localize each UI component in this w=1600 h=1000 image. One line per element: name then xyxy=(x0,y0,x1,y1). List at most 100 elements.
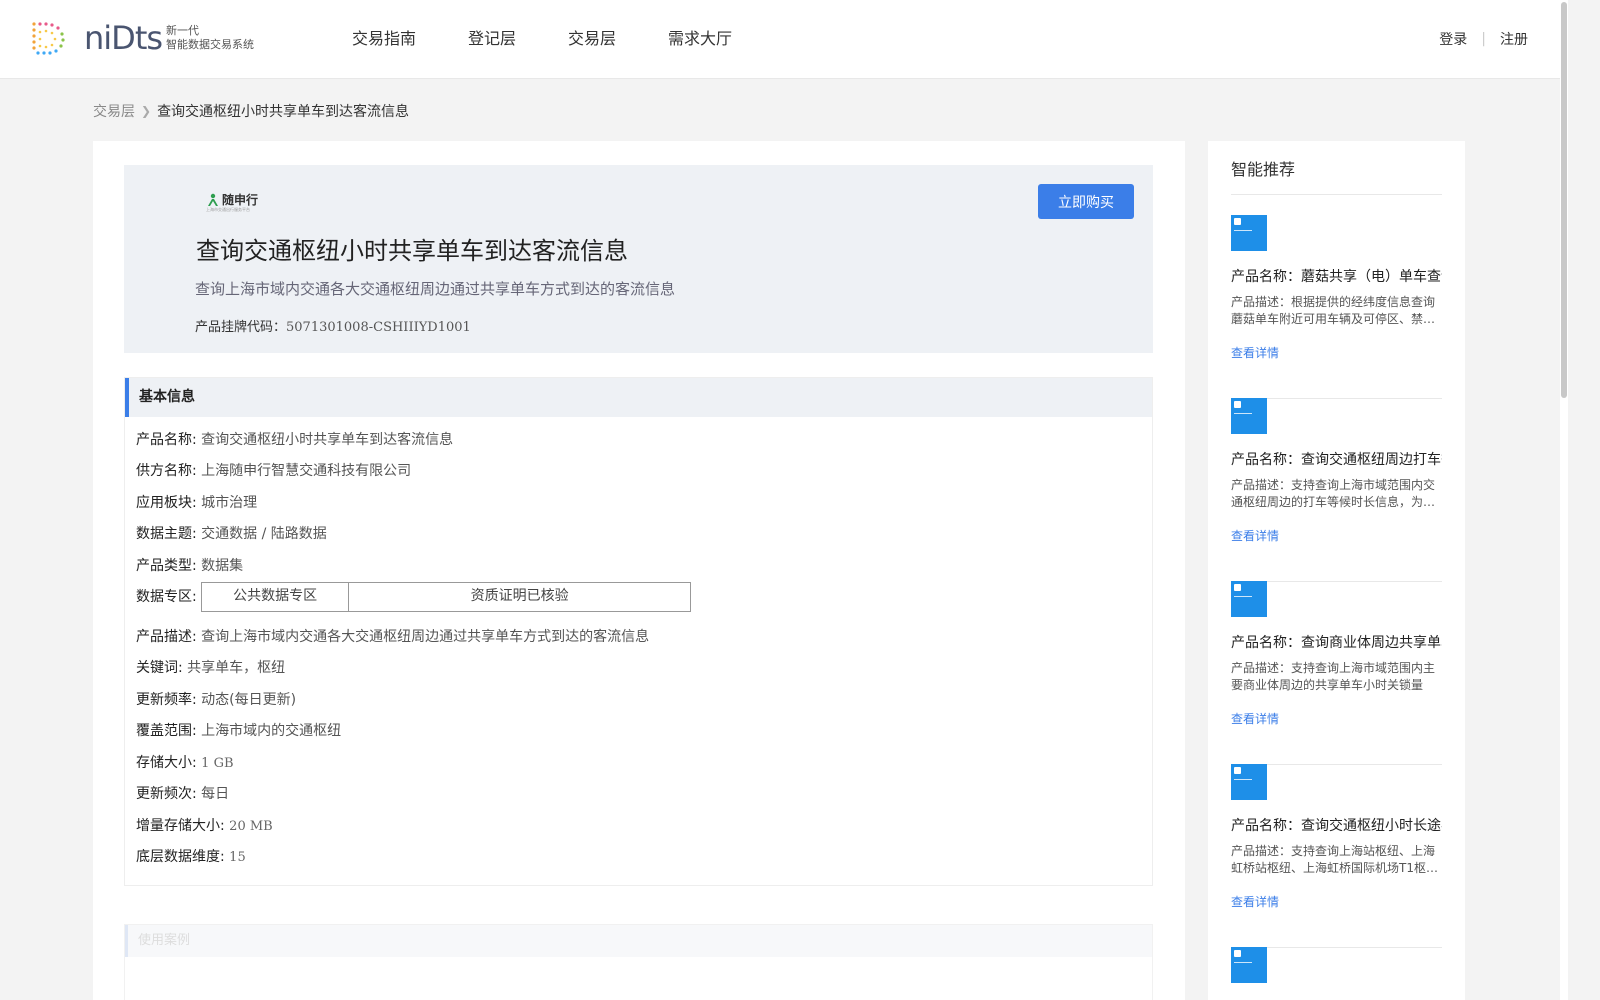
view-details-link[interactable]: 查看详情 xyxy=(1231,893,1279,910)
site-logo[interactable]: niDts 新一代 智能数据交易系统 xyxy=(30,20,254,56)
field-value: 上海市域内的交通枢纽 xyxy=(201,723,342,739)
auth-links: 登录 | 注册 xyxy=(1439,29,1528,49)
field-value: 1 GB xyxy=(201,756,234,771)
field-label: 关键词: xyxy=(136,660,183,676)
zone-table: 公共数据专区 资质证明已核验 xyxy=(201,582,692,612)
field-update-frequency: 更新频率: 动态(每日更新) xyxy=(136,689,296,709)
field-value: 查询交通枢纽小时共享单车到达客流信息 xyxy=(201,432,454,448)
product-title: 查询交通枢纽小时共享单车到达客流信息 xyxy=(196,237,628,265)
card-product-desc: 产品描述：根据提供的经纬度信息查询蘑菇单车附近可用车辆及可停区、禁停区信息 xyxy=(1231,295,1436,326)
field-value: 每日 xyxy=(201,786,230,802)
listing-code: 产品挂牌代码：5071301008-CSHIIIYD1001 xyxy=(195,316,471,335)
brand-tagline: 上海市交通出行服务平台 xyxy=(206,207,250,212)
product-thumbnail xyxy=(1231,947,1267,983)
field-label: 增量存储大小: xyxy=(136,818,225,834)
field-value: 动态(每日更新) xyxy=(201,692,297,708)
card-product-name: 产品名称：查询商业体周边共享单车 xyxy=(1231,635,1442,651)
logo-dots-icon xyxy=(32,22,65,55)
buy-now-button[interactable]: 立即购买 xyxy=(1038,184,1134,219)
view-details-link[interactable]: 查看详情 xyxy=(1231,527,1279,544)
card-product-name: 产品名称：查询交通枢纽小时长途客流 xyxy=(1231,818,1442,834)
field-label: 产品名称: xyxy=(136,432,197,448)
recommendation-card[interactable]: 产品名称：查询交通枢纽小时长途客流 产品描述：支持查询上海站枢纽、上海虹桥站枢纽… xyxy=(1231,764,1442,948)
field-storage-size: 存储大小: 1 GB xyxy=(136,752,234,772)
product-thumbnail xyxy=(1231,581,1267,617)
field-increment-size: 增量存储大小: 20 MB xyxy=(136,815,273,835)
breadcrumb-trading-link[interactable]: 交易层 xyxy=(93,101,135,121)
recommendations-sidebar: 智能推荐 产品名称：蘑菇共享（电）单车查询 产品描述：根据提供的经纬度信息查询蘑… xyxy=(1208,141,1465,1000)
field-value: 数据集 xyxy=(201,558,244,574)
nav-item-trading[interactable]: 交易层 xyxy=(568,27,616,51)
auth-divider: | xyxy=(1481,31,1486,47)
field-dimensions: 底层数据维度: 15 xyxy=(136,846,246,866)
logo-subtitle-line1: 新一代 xyxy=(166,24,200,37)
card-product-desc: 产品描述：支持查询上海站枢纽、上海虹桥站枢纽、上海虹桥国际机场T1枢纽等客流信息 xyxy=(1231,844,1438,875)
product-summary: 查询上海市域内交通各大交通枢纽周边通过共享单车方式到达的客流信息 xyxy=(195,280,676,298)
view-details-link[interactable]: 查看详情 xyxy=(1231,344,1279,361)
page-scrollbar-thumb[interactable] xyxy=(1561,2,1567,398)
breadcrumb: 交易层 ❯ 查询交通枢纽小时共享单车到达客流信息 xyxy=(93,101,409,121)
supplier-brand-logo: 随申行 上海市交通出行服务平台 xyxy=(206,191,259,212)
product-thumbnail xyxy=(1231,215,1267,251)
main-nav: 交易指南 登记层 交易层 需求大厅 xyxy=(352,27,784,51)
field-value: 城市治理 xyxy=(201,495,258,511)
product-hero: 随申行 上海市交通出行服务平台 查询交通枢纽小时共享单车到达客流信息 查询上海市… xyxy=(124,165,1153,353)
register-link[interactable]: 注册 xyxy=(1500,29,1528,49)
field-label: 更新频率: xyxy=(136,692,197,708)
recommendation-card[interactable]: 产品名称：查询交通枢纽周边打车等候时长 产品描述：支持查询上海市域范围内交通枢纽… xyxy=(1231,398,1442,582)
product-thumbnail xyxy=(1231,398,1267,434)
zone-cell-verified: 资质证明已核验 xyxy=(470,588,569,604)
field-label: 底层数据维度: xyxy=(136,849,225,865)
field-value: 上海随申行智慧交通科技有限公司 xyxy=(201,463,412,479)
product-thumbnail xyxy=(1231,764,1267,800)
field-product-name: 产品名称: 查询交通枢纽小时共享单车到达客流信息 xyxy=(136,429,453,449)
brand-person-icon xyxy=(208,193,218,206)
field-label: 应用板块: xyxy=(136,495,197,511)
use-cases-section: 使用案例 xyxy=(124,924,1153,1000)
nav-item-registration[interactable]: 登记层 xyxy=(468,27,516,51)
field-sector: 应用板块: 城市治理 xyxy=(136,492,257,512)
product-detail-panel: 随申行 上海市交通出行服务平台 查询交通枢纽小时共享单车到达客流信息 查询上海市… xyxy=(93,141,1185,1000)
nav-item-demand-hall[interactable]: 需求大厅 xyxy=(668,27,732,51)
field-coverage: 覆盖范围: 上海市域内的交通枢纽 xyxy=(136,720,341,740)
field-value: 交通数据 / 陆路数据 xyxy=(201,526,327,542)
field-zone: 数据专区: 公共数据专区 资质证明已核验 xyxy=(136,582,692,612)
top-header: niDts 新一代 智能数据交易系统 交易指南 登记层 交易层 需求大厅 登录 … xyxy=(0,0,1560,79)
brand-name: 随申行 xyxy=(222,193,259,207)
view-details-link[interactable]: 查看详情 xyxy=(1231,710,1279,727)
breadcrumb-current: 查询交通枢纽小时共享单车到达客流信息 xyxy=(157,104,410,120)
card-product-name: 产品名称：蘑菇共享（电）单车查询 xyxy=(1231,269,1442,285)
field-keywords: 关键词: 共享单车，枢纽 xyxy=(136,657,285,677)
field-type: 产品类型: 数据集 xyxy=(136,555,243,575)
logo-subtitle: 新一代 智能数据交易系统 xyxy=(166,24,254,52)
logo-wordmark: niDts xyxy=(84,19,163,57)
field-supplier: 供方名称: 上海随申行智慧交通科技有限公司 xyxy=(136,460,411,480)
field-label: 覆盖范围: xyxy=(136,723,197,739)
recommendation-card[interactable] xyxy=(1231,947,1442,1000)
basic-info-heading: 基本信息 xyxy=(125,378,1152,417)
recommendation-card[interactable]: 产品名称：查询商业体周边共享单车 产品描述：支持查询上海市域范围内主要商业体周边… xyxy=(1231,581,1442,765)
zone-cell-public: 公共数据专区 xyxy=(202,583,350,611)
nav-item-guide[interactable]: 交易指南 xyxy=(352,27,416,51)
field-label: 产品类型: xyxy=(136,558,197,574)
logo-subtitle-line2: 智能数据交易系统 xyxy=(166,38,255,51)
basic-info-section: 基本信息 产品名称: 查询交通枢纽小时共享单车到达客流信息 供方名称: 上海随申… xyxy=(124,377,1153,886)
field-value: 查询上海市域内交通各大交通枢纽周边通过共享单车方式到达的客流信息 xyxy=(201,629,650,645)
field-value: 共享单车，枢纽 xyxy=(187,660,286,676)
field-label: 产品描述: xyxy=(136,629,197,645)
field-label: 更新频次: xyxy=(136,786,197,802)
listing-code-value: 5071301008-CSHIIIYD1001 xyxy=(286,320,471,335)
field-update-times: 更新频次: 每日 xyxy=(136,783,229,803)
field-description: 产品描述: 查询上海市域内交通各大交通枢纽周边通过共享单车方式到达的客流信息 xyxy=(136,626,649,646)
field-label: 供方名称: xyxy=(136,463,197,479)
listing-code-label: 产品挂牌代码： xyxy=(195,320,287,335)
field-label: 数据专区: xyxy=(136,589,197,605)
recommendation-card[interactable]: 产品名称：蘑菇共享（电）单车查询 产品描述：根据提供的经纬度信息查询蘑菇单车附近… xyxy=(1231,215,1442,399)
card-product-name: 产品名称：查询交通枢纽周边打车等候时长 xyxy=(1231,452,1442,468)
field-value: 15 xyxy=(229,850,246,865)
login-link[interactable]: 登录 xyxy=(1439,29,1467,49)
chevron-right-icon: ❯ xyxy=(141,104,152,118)
field-label: 数据主题: xyxy=(136,526,197,542)
use-cases-heading: 使用案例 xyxy=(125,925,1152,957)
field-theme: 数据主题: 交通数据 / 陆路数据 xyxy=(136,523,327,543)
